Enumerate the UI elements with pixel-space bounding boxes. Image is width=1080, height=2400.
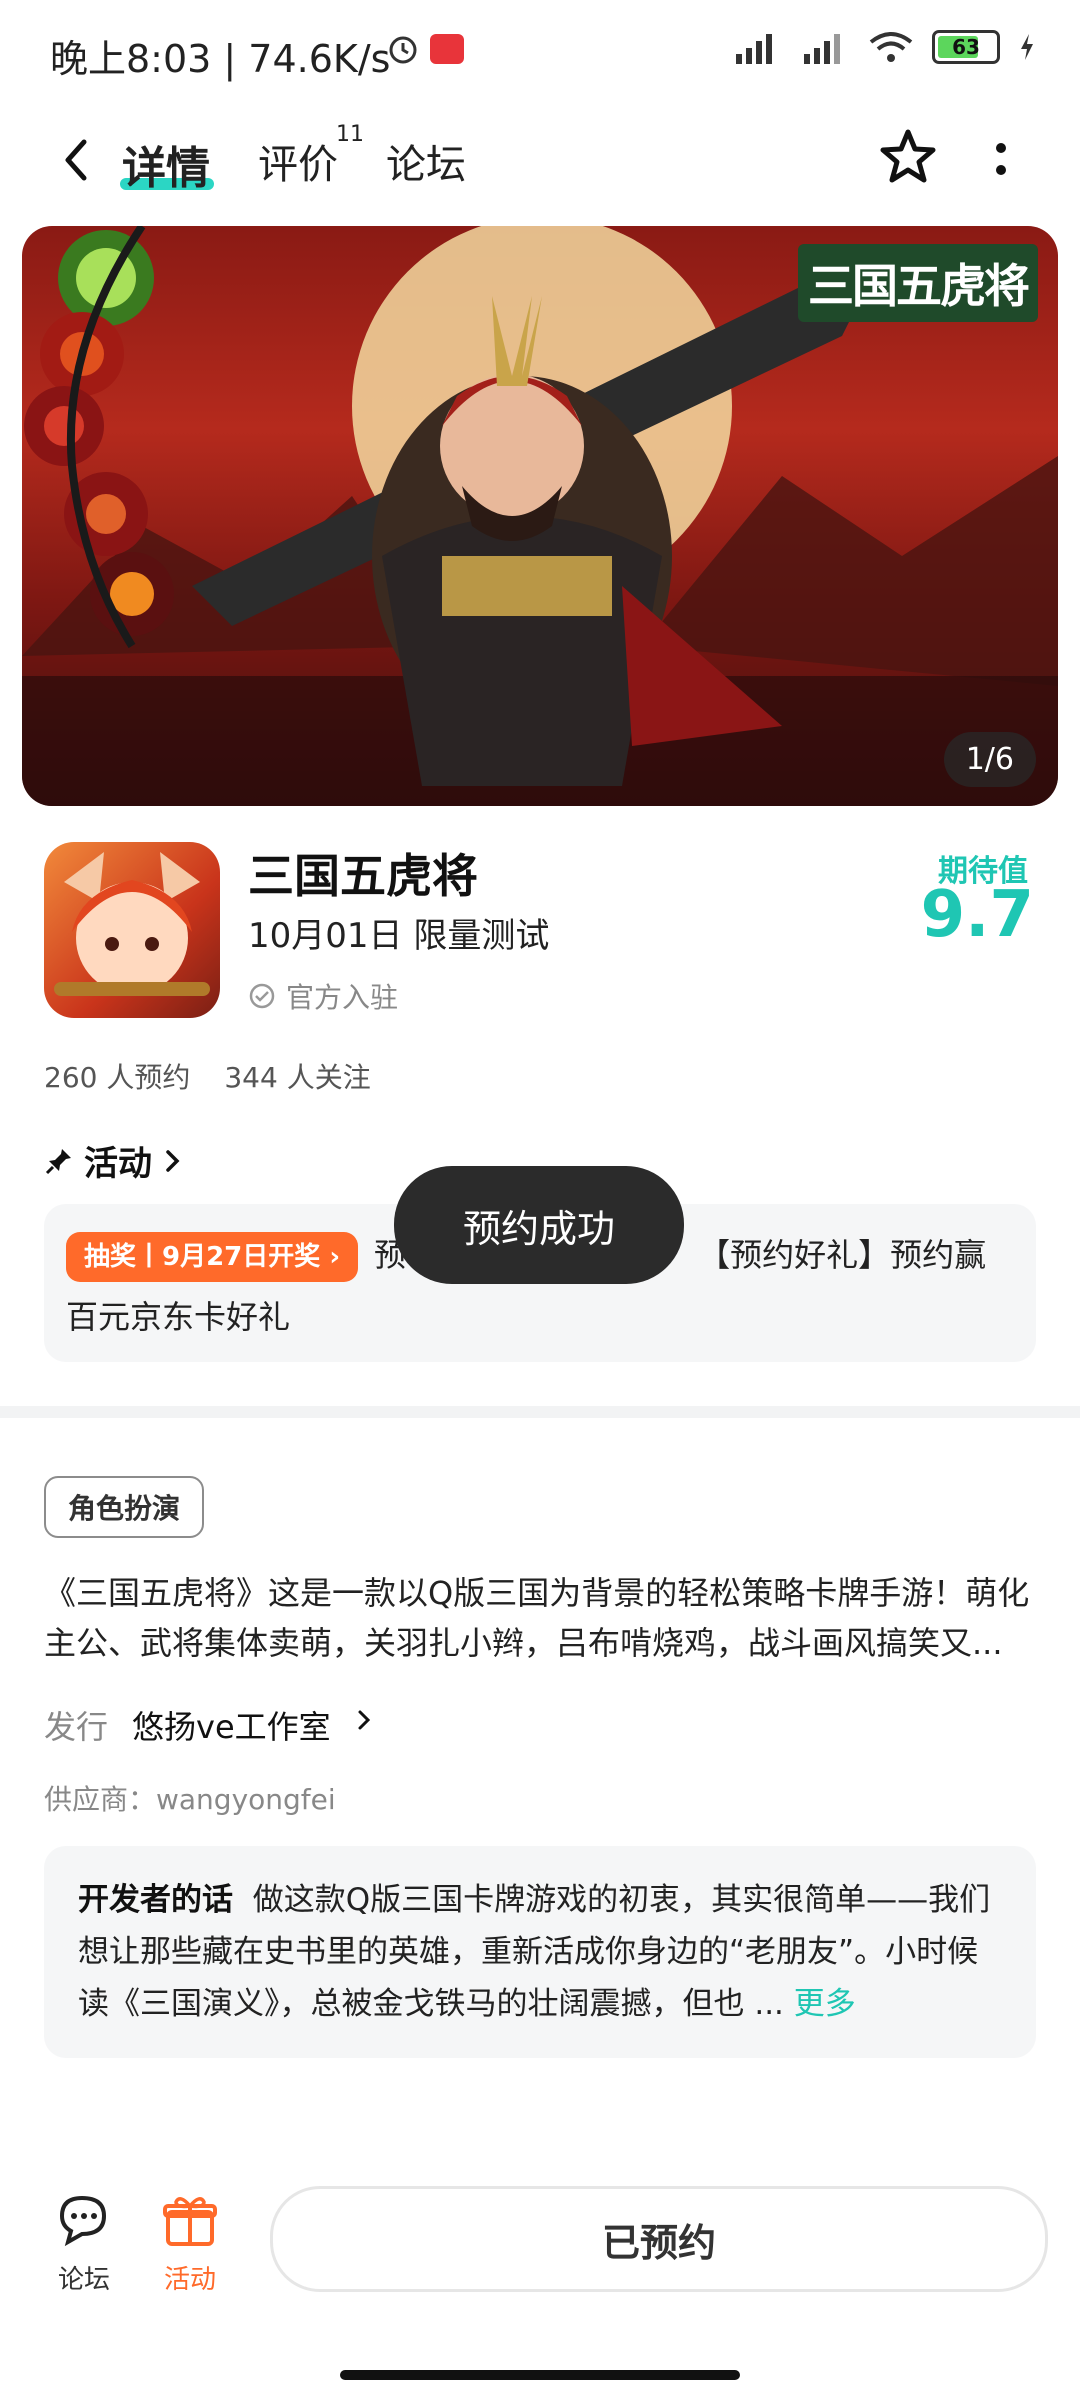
signal-icon [736,34,772,64]
official-badge: 官方入驻 [248,976,398,1016]
game-description[interactable]: 《三国五虎将》这是一款以Q版三国为背景的轻松策略卡牌手游！萌化主公、武将集体卖萌… [44,1568,1038,1668]
release-info: 10月01日 限量测试 [248,916,550,956]
hero-page-counter: 1/6 [943,732,1036,787]
tab-details[interactable]: 详情 [122,132,210,196]
bottom-activity-button[interactable]: 活动 [140,2190,240,2296]
hero-banner[interactable]: 三国五虎将 [22,226,1058,806]
more-options-icon[interactable] [986,136,1016,186]
battery-level: 63 [952,35,980,59]
publisher-chevron-icon [358,1710,370,1730]
app-notification-icon [430,34,464,64]
lottery-pill[interactable]: 抽奖丨9月27日开奖 › [66,1232,359,1282]
bottom-forum-label: 论坛 [57,2265,110,2295]
follower-count: 344 人关注 [224,1061,371,1094]
reserved-button[interactable]: 已预约 [270,2186,1048,2292]
tab-reviews[interactable]: 评价 11 [258,122,364,190]
developer-note-label: 开发者的话 [78,1882,233,1918]
publisher-row[interactable]: 发行 悠扬ve工作室 [44,1702,375,1748]
publisher-name: 悠扬ve工作室 [132,1708,331,1746]
official-label: 官方入驻 [286,981,399,1014]
app-stats: 260 人预约 344 人关注 [44,1056,371,1096]
reservation-count: 260 人预约 [44,1061,191,1094]
hero-logo-text: 三国五虎将 [798,244,1038,322]
chevron-right-icon [166,1149,180,1172]
alarm-icon [389,36,417,64]
more-link[interactable]: 更多 [794,1986,856,2022]
signal-icon-2 [804,34,840,64]
battery-icon: 63 [932,30,1000,64]
verified-check-icon [249,983,275,1009]
developer-note[interactable]: 开发者的话 做这款Q版三国卡牌游戏的初衷，其实很简单——我们想让那些藏在史书里的… [78,1874,998,2030]
tab-reviews-label: 评价 [258,142,338,188]
wifi-icon [869,32,913,62]
home-indicator[interactable] [340,2370,740,2380]
back-button[interactable] [56,130,96,190]
supplier-info: 供应商：wangyongfei [44,1783,336,1816]
app-name: 三国五虎将 [248,849,478,903]
genre-tag[interactable]: 角色扮演 [44,1476,205,1538]
expectation-score: 9.7 [920,878,1034,952]
bottom-activity-label: 活动 [163,2265,216,2295]
app-icon [44,842,220,1018]
pin-icon [45,1148,71,1174]
bottom-forum-button[interactable]: 论坛 [34,2190,134,2296]
status-time: 晚上8:03 | 74.6K/s [50,37,391,81]
charging-icon [1021,34,1033,60]
tab-forum[interactable]: 论坛 [386,132,466,190]
gift-icon [163,2197,217,2246]
reviews-count-badge: 11 [336,122,364,147]
favorite-star-icon[interactable] [876,126,940,190]
activity-header-label: 活动 [84,1144,152,1184]
status-icons: 63 [732,30,1036,64]
publisher-label: 发行 [44,1708,109,1746]
activity-header[interactable]: 活动 [44,1136,184,1185]
section-divider [0,1406,1080,1418]
app-icon-artwork [54,852,210,996]
forum-chat-icon [59,2195,107,2247]
status-bar: 晚上8:03 | 74.6K/s 63 [0,0,1080,100]
toast-message: 预约成功 [394,1166,684,1284]
